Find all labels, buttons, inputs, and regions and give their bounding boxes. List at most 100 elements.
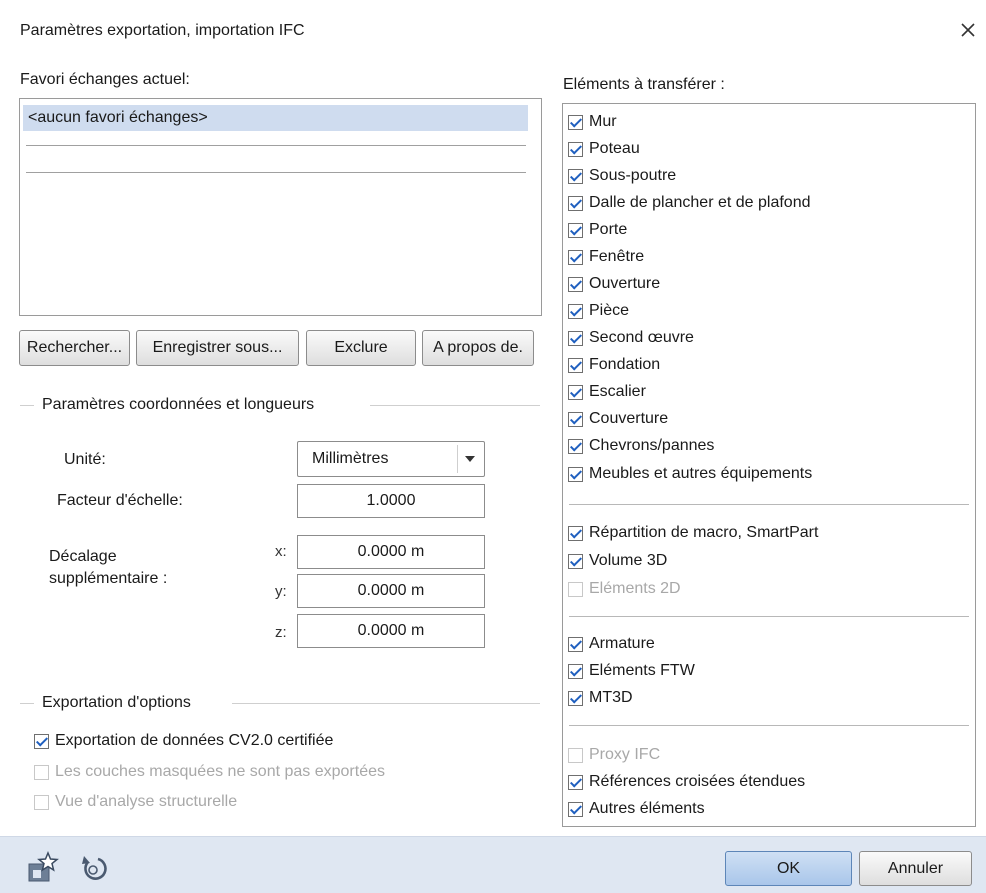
element-item-porte[interactable]: Porte	[568, 221, 627, 239]
element-item-sous-poutre[interactable]: Sous-poutre	[568, 167, 676, 185]
element-item-meubles[interactable]: Meubles et autres équipements	[568, 465, 812, 483]
element-item-label: Fenêtre	[589, 248, 645, 265]
export-option-label: Vue d'analyse structurelle	[55, 793, 238, 810]
elements-panel[interactable]: Mur Poteau Sous-poutre Dalle de plancher…	[562, 103, 976, 827]
export-option-hidden-layers: Les couches masquées ne sont pas exporté…	[34, 763, 385, 781]
group-divider	[232, 703, 540, 704]
element-item-label: Volume 3D	[589, 552, 668, 569]
favorites-list-item-selected[interactable]: <aucun favori échanges>	[23, 105, 528, 131]
y-label: y:	[275, 583, 287, 600]
checkbox[interactable]	[568, 114, 583, 130]
element-item-label: Couverture	[589, 410, 669, 427]
cancel-button[interactable]: Annuler	[859, 851, 972, 886]
element-item-label: Meubles et autres équipements	[589, 465, 813, 482]
offset-label: Décalage	[49, 548, 117, 565]
favorites-label: Favori échanges actuel:	[20, 71, 190, 88]
offset-y-input[interactable]: 0.0000 m	[297, 574, 485, 608]
checkbox[interactable]	[568, 411, 583, 427]
element-item-label: Armature	[589, 635, 655, 652]
element-item-label: Porte	[589, 221, 628, 238]
element-item-second-oeuvre[interactable]: Second œuvre	[568, 329, 694, 347]
element-item-escalier[interactable]: Escalier	[568, 383, 646, 401]
favorites-list-item[interactable]	[26, 172, 526, 173]
checkbox[interactable]	[568, 222, 583, 238]
checkbox[interactable]	[568, 384, 583, 400]
element-item-macro[interactable]: Répartition de macro, SmartPart	[568, 524, 818, 542]
checkbox[interactable]	[568, 636, 583, 652]
checkbox[interactable]	[568, 168, 583, 184]
checkbox[interactable]	[568, 553, 583, 569]
element-item-ftw[interactable]: Eléments FTW	[568, 662, 695, 680]
element-item-chevrons[interactable]: Chevrons/pannes	[568, 437, 714, 455]
dropdown-arrow[interactable]	[457, 445, 481, 473]
element-item-armature[interactable]: Armature	[568, 635, 655, 653]
about-button[interactable]: A propos de.	[422, 330, 534, 366]
offset-label-2: supplémentaire :	[49, 570, 168, 587]
checkbox[interactable]	[568, 303, 583, 319]
unit-select[interactable]: Millimètres	[297, 441, 485, 477]
reset-button[interactable]	[78, 850, 108, 884]
element-item-couverture[interactable]: Couverture	[568, 410, 668, 428]
element-item-label: Dalle de plancher et de plafond	[589, 194, 811, 211]
elements-separator	[569, 725, 969, 726]
element-item-ouverture[interactable]: Ouverture	[568, 275, 660, 293]
checkbox[interactable]	[568, 141, 583, 157]
close-icon	[961, 23, 975, 37]
checkbox[interactable]	[568, 357, 583, 373]
export-option-label: Exportation de données CV2.0 certifiée	[55, 732, 334, 749]
checkbox[interactable]	[568, 525, 583, 541]
checkbox	[34, 764, 49, 780]
close-button[interactable]	[956, 18, 980, 42]
scale-input[interactable]: 1.0000	[297, 484, 485, 518]
chevron-down-icon	[464, 456, 475, 462]
element-item-autres[interactable]: Autres éléments	[568, 800, 705, 818]
checkbox[interactable]	[568, 774, 583, 790]
checkbox[interactable]	[568, 195, 583, 211]
element-item-label: Références croisées étendues	[589, 773, 806, 790]
export-option-structural-view: Vue d'analyse structurelle	[34, 793, 237, 811]
search-button[interactable]: Rechercher...	[19, 330, 130, 366]
element-item-dalle[interactable]: Dalle de plancher et de plafond	[568, 194, 811, 212]
offset-z-input[interactable]: 0.0000 m	[297, 614, 485, 648]
element-item-label: Mur	[589, 113, 617, 130]
element-item-label: Chevrons/pannes	[589, 437, 715, 454]
element-item-mt3d[interactable]: MT3D	[568, 689, 633, 707]
element-item-label: Pièce	[589, 302, 630, 319]
checkbox[interactable]	[568, 801, 583, 817]
favorite-button[interactable]	[26, 850, 60, 884]
element-item-label: Autres éléments	[589, 800, 705, 817]
element-item-mur[interactable]: Mur	[568, 113, 617, 131]
element-item-label: Sous-poutre	[589, 167, 677, 184]
elements-separator	[569, 616, 969, 617]
favorites-list[interactable]: <aucun favori échanges>	[19, 98, 542, 316]
favorites-list-item[interactable]	[26, 145, 526, 146]
group-divider	[20, 405, 34, 406]
element-item-piece[interactable]: Pièce	[568, 302, 629, 320]
checkbox[interactable]	[568, 330, 583, 346]
scale-label: Facteur d'échelle:	[57, 492, 183, 509]
element-item-poteau[interactable]: Poteau	[568, 140, 640, 158]
checkbox[interactable]	[568, 663, 583, 679]
export-option-cv2[interactable]: Exportation de données CV2.0 certifiée	[34, 732, 333, 750]
group-divider	[20, 703, 34, 704]
window-title: Paramètres exportation, importation IFC	[20, 22, 305, 39]
element-item-references[interactable]: Références croisées étendues	[568, 773, 805, 791]
checkbox[interactable]	[568, 249, 583, 265]
unit-label: Unité:	[64, 451, 106, 468]
save-as-button[interactable]: Enregistrer sous...	[136, 330, 299, 366]
checkbox	[568, 581, 583, 597]
element-item-label: Ouverture	[589, 275, 661, 292]
exclude-button[interactable]: Exclure	[306, 330, 416, 366]
checkbox[interactable]	[568, 466, 583, 482]
offset-x-input[interactable]: 0.0000 m	[297, 535, 485, 569]
checkbox[interactable]	[568, 276, 583, 292]
checkbox[interactable]	[568, 438, 583, 454]
checkbox[interactable]	[568, 690, 583, 706]
ok-button[interactable]: OK	[725, 851, 852, 886]
element-item-proxy-ifc: Proxy IFC	[568, 746, 660, 764]
element-item-fenetre[interactable]: Fenêtre	[568, 248, 644, 266]
element-item-volume-3d[interactable]: Volume 3D	[568, 552, 667, 570]
element-item-fondation[interactable]: Fondation	[568, 356, 660, 374]
reset-icon	[82, 856, 107, 880]
checkbox[interactable]	[34, 733, 49, 749]
